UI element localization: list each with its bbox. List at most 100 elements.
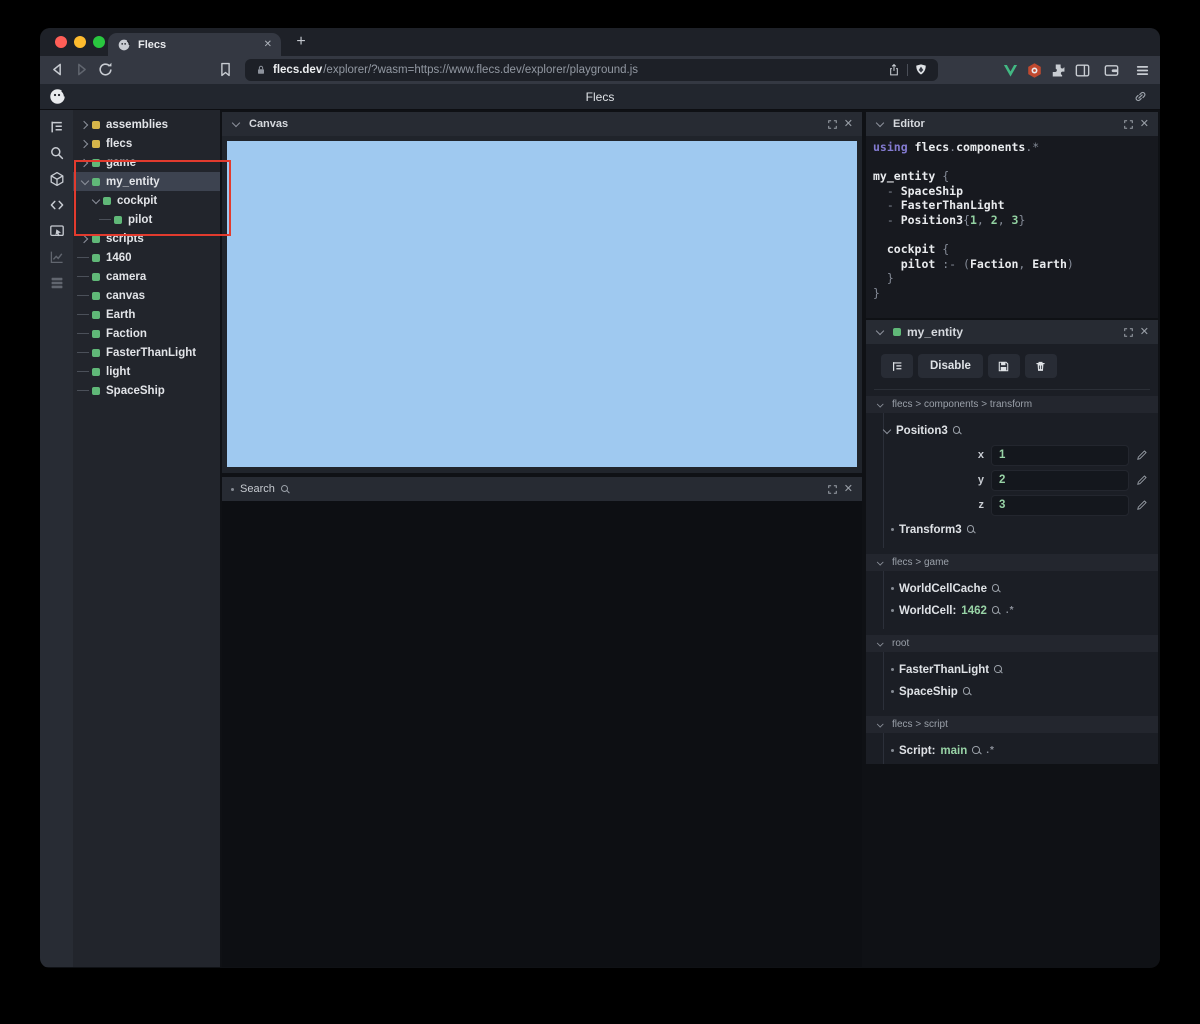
fullscreen-icon[interactable] [1123,119,1134,130]
bookmark-icon[interactable] [217,61,234,78]
sidebar-toggle-icon[interactable] [1074,62,1091,79]
field-row-z: z [884,494,1158,516]
save-button[interactable] [987,354,1020,378]
z-value-input[interactable] [991,494,1129,516]
sidebar-rows-icon[interactable] [49,275,65,291]
tree-item-Faction[interactable]: Faction [73,324,220,343]
section-header[interactable]: flecs > game [866,554,1158,571]
link-icon[interactable] [1133,89,1148,104]
section-items: FasterThanLight SpaceShip [883,652,1158,710]
close-icon[interactable]: ✕ [844,118,853,130]
pencil-icon[interactable] [1136,499,1148,511]
delete-button[interactable] [1024,354,1057,378]
new-tab-button[interactable]: + [290,31,312,53]
fullscreen-icon[interactable] [827,119,838,130]
tree-item-pilot[interactable]: pilot [73,210,220,229]
tree-item-label: FasterThanLight [106,346,197,359]
search-icon[interactable] [972,746,981,755]
close-icon[interactable]: ✕ [1140,326,1149,338]
tree-connector [77,352,89,353]
chevron-down-icon [876,401,886,407]
tree-item-assemblies[interactable]: assemblies [73,115,220,134]
puzzle-icon[interactable] [1050,62,1067,79]
component-WorldCellCache[interactable]: WorldCellCache [884,580,1158,597]
sidebar-code-icon[interactable] [49,197,65,213]
window-minimize-button[interactable] [74,36,86,48]
url-bar[interactable]: flecs.dev /explorer/?wasm=https://www.fl… [245,59,938,81]
component-Script[interactable]: Script: main .* [884,742,1158,759]
tree-item-FasterThanLight[interactable]: FasterThanLight [73,343,220,362]
tree-item-cockpit[interactable]: cockpit [73,191,220,210]
sidebar-search-icon[interactable] [49,145,65,161]
tree-item-flecs[interactable]: flecs [73,134,220,153]
tree-item-game[interactable]: game [73,153,220,172]
tree-item-light[interactable]: light [73,362,220,381]
tree-item-1460[interactable]: 1460 [73,248,220,267]
forward-icon[interactable] [73,61,90,78]
pencil-icon[interactable] [1136,449,1148,461]
browser-tab[interactable]: Flecs ✕ [108,33,281,56]
search-icon[interactable] [962,687,972,696]
tree-item-my_entity[interactable]: my_entity [73,172,220,191]
chevron-right-icon[interactable] [80,140,92,148]
tree-item-label: Faction [106,327,147,340]
render-canvas[interactable] [227,141,857,467]
section-header[interactable]: root [866,635,1158,652]
green-square-icon [114,215,122,224]
brave-shield-icon[interactable] [914,63,928,77]
chevron-right-icon[interactable] [80,121,92,129]
fullscreen-icon[interactable] [827,484,838,495]
search-icon[interactable] [991,606,1001,615]
tree-item-camera[interactable]: camera [73,267,220,286]
section-header[interactable]: flecs > components > transform [866,396,1158,413]
pencil-icon[interactable] [1136,474,1148,486]
chevron-right-icon[interactable] [80,235,92,243]
wallet-icon[interactable] [1103,62,1120,79]
search-icon[interactable] [952,426,962,435]
chevron-down-icon[interactable] [80,178,92,186]
component-Position3[interactable]: Position3 [871,422,1158,439]
search-icon[interactable] [991,584,1001,593]
back-icon[interactable] [49,61,66,78]
close-icon[interactable]: ✕ [844,483,853,495]
sidebar-inspect-window-icon[interactable] [49,223,65,239]
close-icon[interactable]: ✕ [1140,118,1149,130]
field-row-x: x [884,444,1158,466]
component-FasterThanLight[interactable]: FasterThanLight [884,661,1158,678]
disable-button[interactable]: Disable [918,354,983,378]
x-value-input[interactable] [991,444,1129,466]
reload-icon[interactable] [97,61,114,78]
tree-item-Earth[interactable]: Earth [73,305,220,324]
y-value-input[interactable] [991,469,1129,491]
component-Transform3[interactable]: Transform3 [884,521,1158,538]
share-icon[interactable] [887,63,901,77]
search-icon[interactable] [280,484,290,494]
chevron-down-icon[interactable] [875,328,887,336]
chevron-right-icon[interactable] [80,159,92,167]
chevron-down-icon[interactable] [875,120,887,128]
tab-close-icon[interactable]: ✕ [264,39,272,50]
sidebar-chart-icon[interactable] [49,249,65,265]
extension-hex-icon[interactable] [1026,62,1043,79]
window-zoom-button[interactable] [93,36,105,48]
search-icon[interactable] [966,525,976,534]
tree-item-canvas[interactable]: canvas [73,286,220,305]
code-editor[interactable]: using flecs.components.* my_entity { - S… [866,136,1158,301]
chevron-down-icon[interactable] [231,120,243,128]
tree-button[interactable] [881,354,913,378]
chevron-down-icon[interactable] [91,197,103,205]
vue-devtools-icon[interactable] [1002,62,1019,79]
sidebar-tree-view-icon[interactable] [49,119,65,135]
component-SpaceShip[interactable]: SpaceShip [884,683,1158,700]
tree-item-SpaceShip[interactable]: SpaceShip [73,381,220,400]
sidebar-cube-icon[interactable] [49,171,65,187]
fullscreen-icon[interactable] [1123,327,1134,338]
window-close-button[interactable] [55,36,67,48]
tree-item-scripts[interactable]: scripts [73,229,220,248]
menu-icon[interactable] [1134,62,1151,79]
section-header[interactable]: flecs > script [866,716,1158,733]
component-WorldCell[interactable]: WorldCell: 1462 .* [884,602,1158,619]
search-icon[interactable] [994,665,1003,674]
